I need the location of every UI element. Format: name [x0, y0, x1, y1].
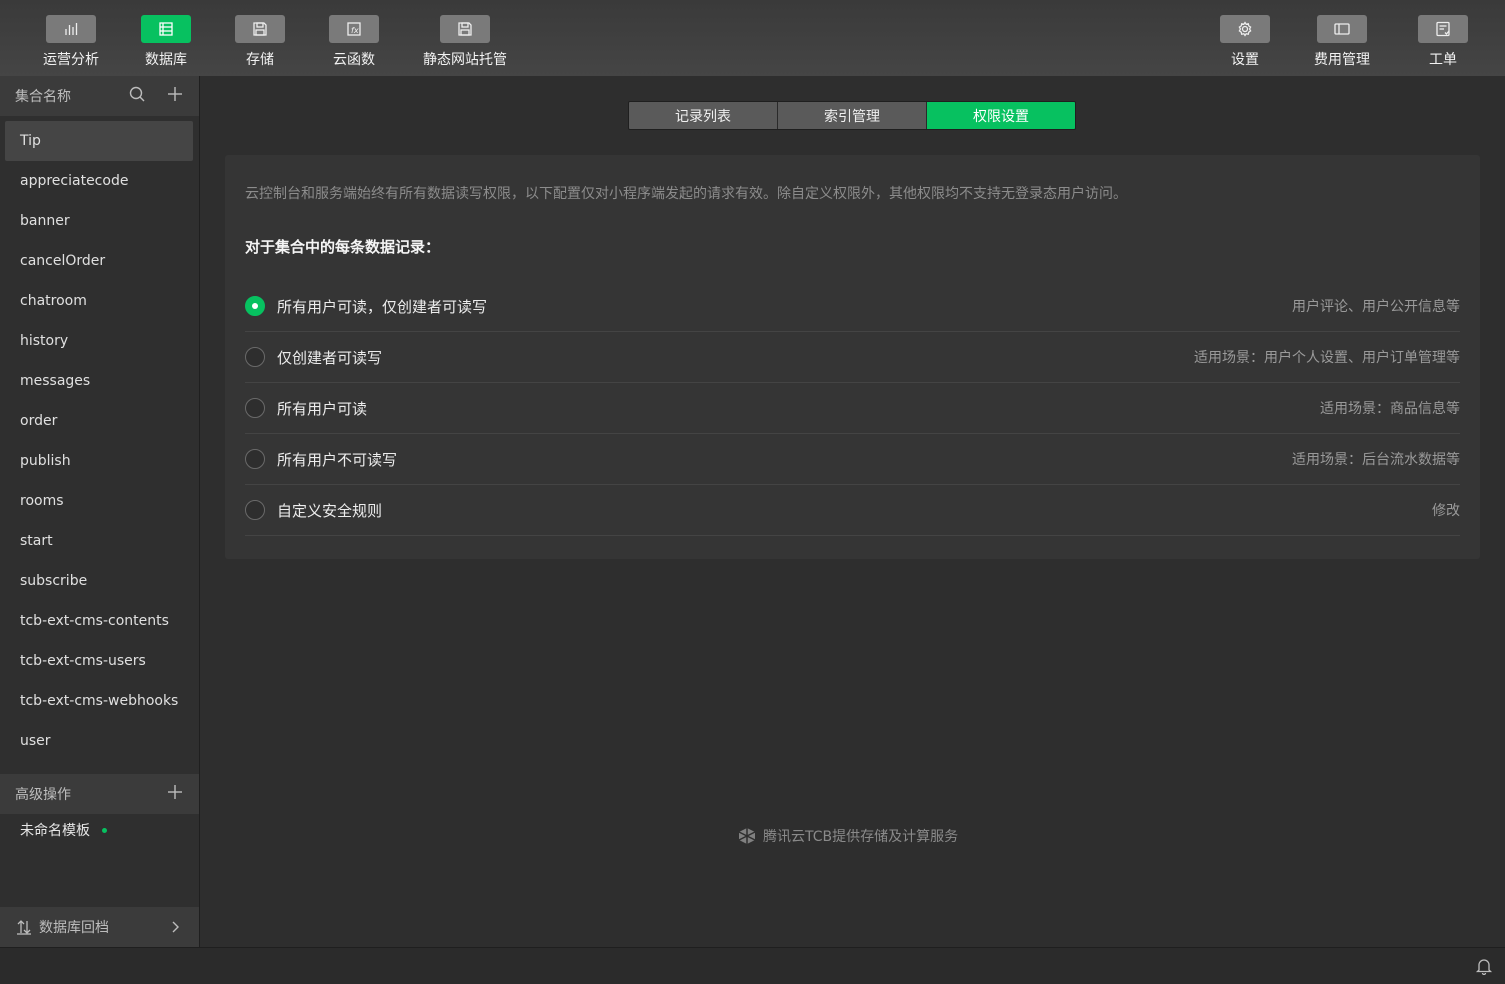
toolbar-button-database[interactable]: 数据库 — [141, 15, 191, 69]
collection-sidebar: 集合名称 Tip appreciatecode banner cancelOrd… — [0, 76, 200, 947]
database-icon — [141, 15, 191, 43]
option-label: 自定义安全规则 — [277, 501, 383, 520]
permission-panel: 云控制台和服务端始终有所有数据读写权限，以下配置仅对小程序端发起的请求有效。除自… — [225, 155, 1480, 559]
radio-button[interactable] — [245, 347, 265, 367]
search-icon[interactable] — [128, 85, 146, 107]
option-label: 仅创建者可读写 — [277, 348, 383, 367]
permission-options: 所有用户可读，仅创建者可读写 用户评论、用户公开信息等 仅创建者可读写 适用场景… — [245, 281, 1460, 536]
collection-item[interactable]: subscribe — [5, 561, 193, 601]
collection-item[interactable]: appreciatecode — [5, 161, 193, 201]
function-icon: fx — [329, 15, 379, 43]
billing-icon — [1317, 15, 1367, 43]
option-description: 适用场景：用户个人设置、用户订单管理等 — [1194, 350, 1460, 366]
collection-item[interactable]: rooms — [5, 481, 193, 521]
tab-permission-settings[interactable]: 权限设置 — [927, 102, 1075, 129]
toolbar-button-billing[interactable]: 费用管理 — [1314, 15, 1370, 69]
toolbar-label: 存储 — [246, 52, 274, 68]
toolbar-button-static-hosting[interactable]: 静态网站托管 — [423, 15, 507, 69]
brand-text: 腾讯云TCB提供存储及计算服务 — [763, 829, 959, 845]
tencent-cloud-logo-icon — [738, 828, 756, 844]
gear-icon — [1220, 15, 1270, 43]
collection-item[interactable]: tcb-ext-cms-contents — [5, 601, 193, 641]
static-hosting-icon — [440, 15, 490, 43]
toolbar-button-tickets[interactable]: 工单 — [1418, 15, 1468, 69]
permission-notice: 云控制台和服务端始终有所有数据读写权限，以下配置仅对小程序端发起的请求有效。除自… — [245, 186, 1127, 202]
toolbar-button-analytics[interactable]: 运营分析 — [43, 15, 99, 69]
option-label: 所有用户不可读写 — [277, 450, 398, 469]
option-label: 所有用户可读 — [277, 399, 368, 418]
toolbar-label: 费用管理 — [1314, 52, 1370, 68]
tcb-brand: 腾讯云TCB提供存储及计算服务 — [737, 826, 958, 846]
storage-icon — [235, 15, 285, 43]
collection-item[interactable]: messages — [5, 361, 193, 401]
radio-button[interactable] — [245, 296, 265, 316]
toolbar-label: 工单 — [1429, 52, 1457, 68]
database-rollback-button[interactable]: 数据库回档 — [0, 907, 199, 947]
option-description: 适用场景：商品信息等 — [1320, 401, 1460, 417]
collection-item[interactable]: cancelOrder — [5, 241, 193, 281]
top-toolbar: 运营分析 数据库 存储 fx 云函数 静态网站托管 设置 费用管理 工单 — [0, 0, 1505, 76]
add-collection-icon[interactable] — [166, 85, 184, 107]
toolbar-button-settings[interactable]: 设置 — [1220, 15, 1270, 69]
permission-option[interactable]: 所有用户可读，仅创建者可读写 用户评论、用户公开信息等 — [245, 281, 1460, 332]
rollback-icon — [17, 920, 31, 935]
modify-rules-link[interactable]: 修改 — [1432, 500, 1460, 520]
radio-button[interactable] — [245, 449, 265, 469]
collection-item[interactable]: banner — [5, 201, 193, 241]
toolbar-button-functions[interactable]: fx 云函数 — [329, 15, 379, 69]
option-description: 用户评论、用户公开信息等 — [1292, 299, 1460, 315]
advanced-operations-title: 高级操作 — [15, 787, 71, 803]
collection-list-header: 集合名称 — [0, 76, 199, 116]
section-title: 对于集合中的每条数据记录： — [245, 238, 441, 256]
toolbar-label: 数据库 — [145, 52, 187, 68]
toolbar-button-storage[interactable]: 存储 — [235, 15, 285, 69]
add-template-icon[interactable] — [166, 783, 184, 805]
collection-item[interactable]: Tip — [5, 121, 193, 161]
tab-index-management[interactable]: 索引管理 — [778, 102, 927, 129]
radio-button[interactable] — [245, 398, 265, 418]
collection-item[interactable]: chatroom — [5, 281, 193, 321]
database-tabs: 记录列表 索引管理 权限设置 — [628, 101, 1076, 130]
collection-item[interactable]: order — [5, 401, 193, 441]
collection-item[interactable]: start — [5, 521, 193, 561]
toolbar-label: 设置 — [1231, 52, 1259, 68]
bar-chart-icon — [46, 15, 96, 43]
permission-option[interactable]: 所有用户不可读写 适用场景：后台流水数据等 — [245, 434, 1460, 485]
collection-list: Tip appreciatecode banner cancelOrder ch… — [0, 121, 199, 761]
advanced-operations-header: 高级操作 — [0, 774, 199, 814]
status-bar — [0, 947, 1505, 984]
collection-item[interactable]: history — [5, 321, 193, 361]
rollback-label: 数据库回档 — [39, 920, 109, 936]
svg-text:fx: fx — [351, 26, 359, 35]
collection-item[interactable]: tcb-ext-cms-users — [5, 641, 193, 681]
ticket-icon — [1418, 15, 1468, 43]
permission-option[interactable]: 所有用户可读 适用场景：商品信息等 — [245, 383, 1460, 434]
permission-option[interactable]: 自定义安全规则 修改 — [245, 485, 1460, 536]
collection-item[interactable]: publish — [5, 441, 193, 481]
option-description: 适用场景：后台流水数据等 — [1292, 452, 1460, 468]
advanced-item-label: 未命名模板 — [20, 823, 90, 839]
collection-list-title: 集合名称 — [15, 89, 71, 105]
status-dot — [102, 827, 107, 833]
chevron-right-icon — [172, 921, 179, 933]
toolbar-label: 静态网站托管 — [423, 52, 507, 68]
tab-record-list[interactable]: 记录列表 — [629, 102, 778, 129]
option-label: 所有用户可读，仅创建者可读写 — [277, 297, 488, 316]
toolbar-label: 运营分析 — [43, 52, 99, 68]
toolbar-label: 云函数 — [333, 52, 375, 68]
permission-option[interactable]: 仅创建者可读写 适用场景：用户个人设置、用户订单管理等 — [245, 332, 1460, 383]
bell-icon[interactable] — [1475, 957, 1493, 975]
radio-button[interactable] — [245, 500, 265, 520]
advanced-item-template[interactable]: 未命名模板 — [20, 820, 107, 840]
collection-item[interactable]: user — [5, 721, 193, 761]
collection-item[interactable]: tcb-ext-cms-webhooks — [5, 681, 193, 721]
